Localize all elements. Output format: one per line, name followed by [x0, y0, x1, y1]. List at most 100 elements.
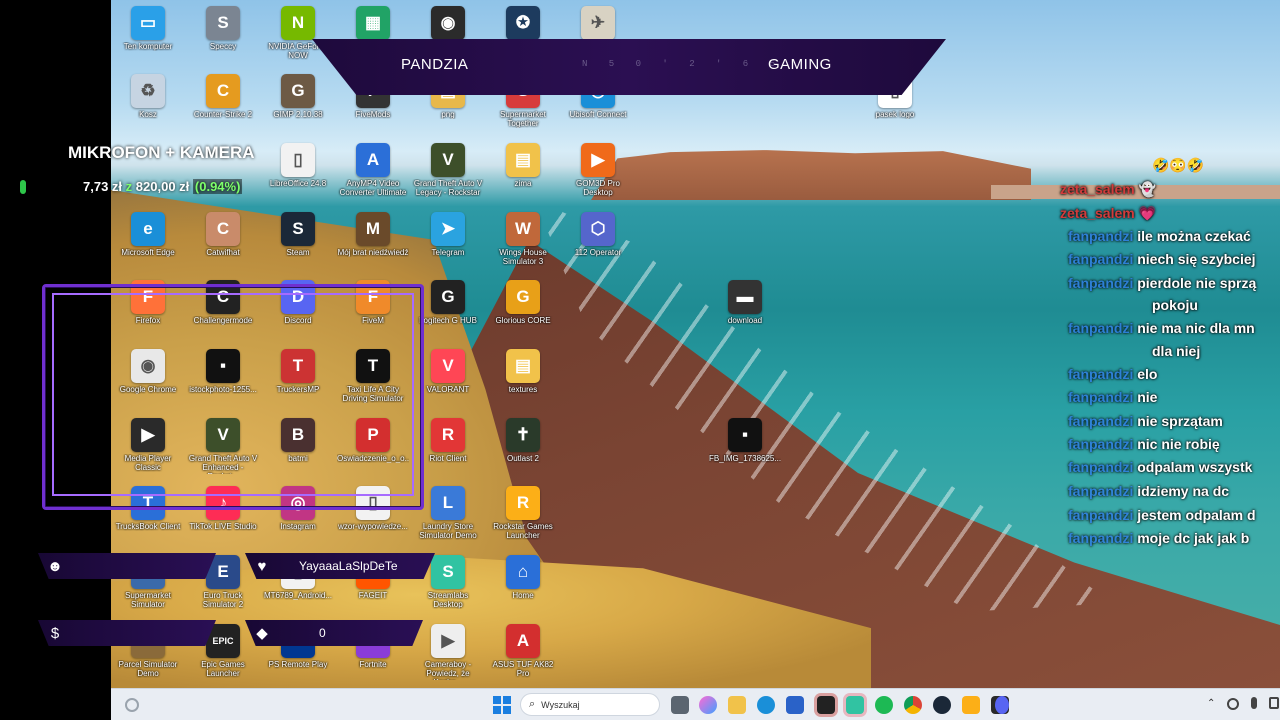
desktop-icon[interactable]: R Rockstar Games Launcher — [487, 486, 559, 540]
app-icon: S — [431, 555, 465, 589]
desktop-icon-label: PS Remote Play — [268, 660, 328, 669]
desktop-icon-label: Instagram — [280, 522, 316, 531]
desktop-icon[interactable]: ▬ download — [709, 280, 781, 325]
chat-text: nie ma nic dla mn — [1137, 320, 1255, 336]
desktop-icon-label: Steam — [286, 248, 310, 257]
app-icon: G — [281, 74, 315, 108]
desktop-icon[interactable]: C Counter-Strike 2 — [187, 74, 259, 119]
desktop-icon-label: Epic Games Launcher — [201, 660, 245, 678]
desktop-icon[interactable]: V Grand Theft Auto V Legacy - Rockstar — [412, 143, 484, 197]
start-button[interactable] — [493, 696, 511, 714]
desktop-icon[interactable]: ✈ — [562, 6, 634, 42]
gems-count: 0 — [319, 626, 326, 640]
chat-username: fanpandzi — [1068, 459, 1134, 475]
desktop-icon[interactable]: ▤ textures — [487, 349, 559, 394]
app-active-icon[interactable] — [817, 696, 835, 714]
tray-chevron-icon[interactable]: ⌃ — [1207, 698, 1215, 709]
desktop-icon-label: TrucksBook Client — [115, 522, 181, 531]
desktop-icon[interactable]: ◉ — [412, 6, 484, 42]
chat-username: fanpandzi — [1068, 389, 1134, 405]
tray-app-icon[interactable] — [1227, 698, 1239, 710]
desktop-icon[interactable]: ▶ GOM3D Pro Desktop — [562, 143, 634, 197]
desktop-icon-label: Cameraboy - Powiedz, że Kocha... — [424, 660, 472, 680]
app-icon: ▤ — [506, 349, 540, 383]
discord-icon[interactable] — [995, 696, 1009, 714]
desktop-icon[interactable]: ➤ Telegram — [412, 212, 484, 257]
rockstar-icon[interactable] — [962, 696, 980, 714]
desktop-icon[interactable]: ▪ FB_IMG_1738625... — [709, 418, 781, 463]
desktop-icon-label: wzor-wypowiedze... — [338, 522, 408, 531]
desktop-icon-label: Rockstar Games Launcher — [493, 522, 553, 540]
chat-text: idziemy na dc — [1137, 483, 1230, 499]
desktop-icon[interactable]: ▭ Ten komputer — [112, 6, 184, 51]
app-icon: L — [431, 486, 465, 520]
desktop-icon[interactable]: S Speccy — [187, 6, 259, 51]
app-icon: V — [431, 143, 465, 177]
tray-device-icon[interactable] — [1269, 697, 1279, 709]
chat-username: fanpandzi — [1068, 483, 1134, 499]
desktop-icon[interactable]: ⬡ 112 Operator — [562, 212, 634, 257]
app-icon: V — [431, 349, 465, 383]
desktop-icon[interactable]: ✝ Outlast 2 — [487, 418, 559, 463]
desktop-icon[interactable]: ▦ — [337, 6, 409, 42]
chat-message: fanpandzi nie — [1068, 389, 1157, 405]
chat-text: jestem odpalam d — [1137, 507, 1256, 523]
edge-icon[interactable] — [757, 696, 775, 714]
chat-username: fanpandzi — [1068, 320, 1134, 336]
desktop-icon[interactable]: ✪ — [487, 6, 559, 42]
desktop-icon[interactable]: ▶Cameraboy - Powiedz, że Kocha... — [412, 624, 484, 680]
desktop-icon-label: Laundry Store Simulator Demo — [419, 522, 477, 540]
app-icon: ▪ — [728, 418, 762, 452]
task-view-icon[interactable] — [671, 696, 689, 714]
donation-widget: $ — [38, 620, 216, 646]
app-icon: C — [206, 212, 240, 246]
desktop-icon-label: MT6789_Android... — [263, 591, 333, 600]
app-icon: N — [281, 6, 315, 40]
desktop-icon[interactable]: S Steam — [262, 212, 334, 257]
store-icon[interactable] — [786, 696, 804, 714]
file-explorer-icon[interactable] — [728, 696, 746, 714]
banner-right-text: GAMING — [768, 56, 832, 73]
desktop-icon[interactable]: M Mój brat niedźwiedź — [337, 212, 409, 257]
desktop-icon[interactable]: A AnyMP4 Video Converter Ultimate — [337, 143, 409, 197]
chat-message: fanpandzi pierdole nie sprzą — [1068, 275, 1256, 291]
desktop-icon[interactable]: G Glorious CORE — [487, 280, 559, 325]
desktop-icon-label: textures — [508, 385, 538, 394]
desktop-icon-label: Microsoft Edge — [121, 248, 175, 257]
steam-icon[interactable] — [933, 696, 951, 714]
goal-current: 7,73 zł — [83, 179, 123, 194]
wallpaper-cliff — [591, 150, 1031, 200]
desktop-icon[interactable]: W Wings House Simulator 3 — [487, 212, 559, 266]
app-icon: ✈ — [581, 6, 615, 40]
desktop-icon[interactable]: ▤ zima — [487, 143, 559, 188]
spotify-icon[interactable] — [875, 696, 893, 714]
app-icon: ▭ — [131, 6, 165, 40]
desktop-icon-label: Euro Truck Simulator 2 — [202, 591, 244, 609]
chat-message: pokoju — [1152, 297, 1198, 313]
chat-text: nie sprzątam — [1137, 413, 1223, 429]
copilot-icon[interactable] — [699, 696, 717, 714]
desktop-icon[interactable]: e Microsoft Edge — [112, 212, 184, 257]
taskbar-search[interactable]: ⌕ Wyszukaj — [520, 693, 660, 716]
desktop-icon-label: Fortnite — [359, 660, 387, 669]
streamlabs-icon[interactable] — [846, 696, 864, 714]
desktop-icon-label: Grand Theft Auto V Legacy - Rockstar — [413, 179, 483, 197]
app-icon: ⌂ — [506, 555, 540, 589]
desktop-icon-label: TikTok LIVE Studio — [189, 522, 257, 531]
desktop-icon[interactable]: ♻ Kosz — [112, 74, 184, 119]
desktop-icon[interactable]: A ASUS TUF AK82 Pro — [487, 624, 559, 678]
widgets-icon[interactable] — [125, 698, 139, 712]
app-icon: ➤ — [431, 212, 465, 246]
app-icon: W — [506, 212, 540, 246]
desktop-icon[interactable]: C Catwifhat — [187, 212, 259, 257]
microphone-icon[interactable] — [1251, 697, 1257, 709]
chrome-icon[interactable] — [904, 696, 922, 714]
desktop-icon-label: 112 Operator — [574, 248, 622, 257]
chat-text: nie — [1137, 389, 1158, 405]
chat-text: moje dc jak jak b — [1137, 530, 1250, 546]
app-icon: ⬡ — [581, 212, 615, 246]
desktop-icon[interactable]: ▯ LibreOffice 24.8 — [262, 143, 334, 188]
desktop-icon[interactable]: ⌂ Home — [487, 555, 559, 600]
latest-follower-name: YayaaaLaSlpDeTe — [299, 559, 398, 573]
app-icon: ◉ — [431, 6, 465, 40]
